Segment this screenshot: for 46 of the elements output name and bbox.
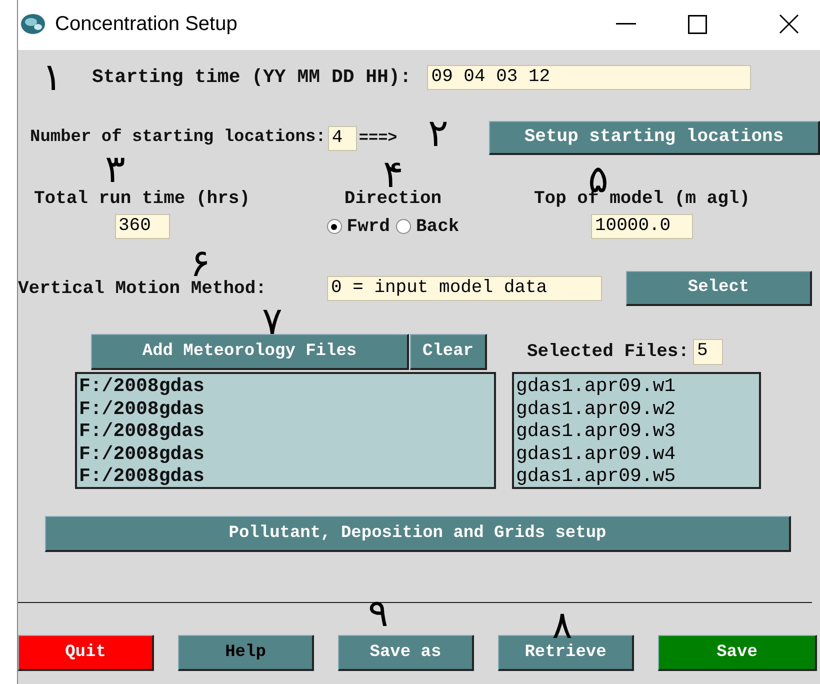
add-files-button[interactable]: Add Meteorology Files <box>91 334 409 370</box>
run-time-field[interactable]: 360 <box>114 214 170 239</box>
radio-button[interactable] <box>396 219 411 234</box>
field-label: Selected Files: <box>527 341 690 364</box>
list-item[interactable]: gdas1.apr09.w4 <box>516 442 757 465</box>
annotation-number: ۲ <box>428 114 448 152</box>
clear-button[interactable]: Clear <box>410 334 487 370</box>
file-list[interactable]: gdas1.apr09.w1 gdas1.apr09.w2 gdas1.apr09.w3 gdas1.apr09.w4 gdas1.apr09.w5 <box>512 372 761 489</box>
app-icon <box>20 13 46 35</box>
field-label: Total run time (hrs) <box>34 188 250 210</box>
group-label: Direction <box>344 188 442 210</box>
minimize-icon[interactable] <box>616 23 636 25</box>
setup-locations-button[interactable]: Setup starting locations <box>489 121 820 155</box>
list-item[interactable]: gdas1.apr09.w5 <box>516 465 757 488</box>
list-item[interactable]: gdas1.apr09.w1 <box>516 375 757 398</box>
pollutant-setup-button[interactable]: Pollutant, Deposition and Grids setup <box>45 516 791 552</box>
footer-button[interactable]: Save <box>658 635 817 671</box>
close-icon[interactable] <box>779 14 799 34</box>
arrow-text: ===> <box>358 128 398 149</box>
method-field[interactable]: 0 = input model data <box>327 276 602 301</box>
footer-button[interactable]: Help <box>178 635 314 671</box>
time-field[interactable]: 09 04 03 12 <box>427 64 752 90</box>
footer-button[interactable]: Quit <box>18 635 154 671</box>
annotation-number: ۱ <box>42 58 62 96</box>
top-model-field[interactable]: 10000.0 <box>591 214 693 239</box>
list-item[interactable]: F:/2008gdas <box>79 375 492 398</box>
radio-button[interactable] <box>326 219 342 234</box>
count-field[interactable]: 4 <box>328 126 357 150</box>
maximize-icon[interactable] <box>688 14 707 34</box>
window-title: Concentration Setup <box>55 12 238 37</box>
directory-list[interactable]: F:/2008gdas F:/2008gdas F:/2008gdas F:/2008gdas F:/2008gdas <box>75 372 496 489</box>
field-label: Number of starting locations: <box>30 127 326 149</box>
list-item[interactable]: F:/2008gdas <box>79 420 492 442</box>
annotation-number: ۳ <box>105 150 126 188</box>
radio-label: Back <box>416 216 460 238</box>
list-item[interactable]: F:/2008gdas <box>79 465 492 488</box>
annotation-number: ۹ <box>368 594 388 632</box>
footer-button[interactable]: Save as <box>338 635 474 671</box>
list-item[interactable]: gdas1.apr09.w2 <box>516 398 757 420</box>
selected-count-field[interactable]: 5 <box>693 339 724 365</box>
radio-label: Fwrd <box>346 216 390 238</box>
list-item[interactable]: F:/2008gdas <box>79 398 492 420</box>
list-item[interactable]: gdas1.apr09.w3 <box>516 420 757 442</box>
select-button[interactable]: Select <box>626 271 812 306</box>
field-label: Starting time (YY MM DD HH): <box>92 65 412 89</box>
list-item[interactable]: F:/2008gdas <box>79 442 492 465</box>
